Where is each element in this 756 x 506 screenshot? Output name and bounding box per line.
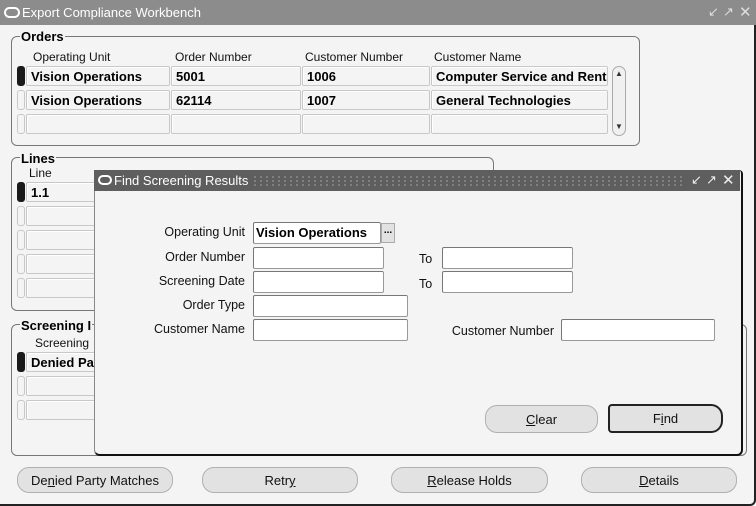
- release-holds-button[interactable]: Release Holds: [391, 467, 548, 493]
- col-header-customer-name: Customer Name: [434, 50, 522, 64]
- denied-party-matches-button[interactable]: Denied Party Matches: [17, 467, 173, 493]
- button-label: nd: [663, 411, 679, 426]
- close-icon[interactable]: ✕: [739, 3, 752, 21]
- order-number-from-field[interactable]: [253, 247, 384, 269]
- row-indicator[interactable]: [17, 400, 25, 420]
- button-label: Retr: [264, 473, 290, 488]
- operating-unit-cell[interactable]: Vision Operations: [26, 90, 170, 110]
- operating-unit-cell[interactable]: [26, 114, 170, 134]
- button-label: De: [31, 473, 48, 488]
- operating-unit-field[interactable]: Vision Operations: [253, 222, 381, 244]
- row-indicator[interactable]: [17, 182, 25, 202]
- line-cell[interactable]: [26, 206, 96, 226]
- mnemonic: n: [47, 473, 55, 488]
- operating-unit-cell[interactable]: Vision Operations: [26, 66, 170, 86]
- minimize-icon[interactable]: ↙: [708, 4, 719, 20]
- retry-button[interactable]: Retry: [202, 467, 358, 493]
- order-number-label: Order Number: [165, 250, 245, 264]
- customer-number-label: Customer Number: [451, 324, 554, 338]
- window-title: Export Compliance Workbench: [22, 5, 201, 20]
- oracle-logo-icon: [4, 7, 20, 18]
- line-cell[interactable]: [26, 278, 96, 298]
- mnemonic: C: [525, 412, 536, 427]
- screening-date-to-label: To: [419, 277, 433, 291]
- row-indicator[interactable]: [17, 230, 25, 250]
- customer-number-cell[interactable]: 1006: [302, 66, 430, 86]
- screening-cell[interactable]: Denied Pa: [26, 352, 96, 372]
- customer-number-cell[interactable]: [302, 114, 430, 134]
- minimize-icon[interactable]: ↙: [691, 172, 702, 188]
- lines-group-label: Lines: [20, 151, 56, 166]
- line-cell[interactable]: 1.1: [26, 182, 96, 202]
- row-indicator[interactable]: [17, 352, 25, 372]
- screening-date-from-field[interactable]: [253, 271, 384, 293]
- dialog-titlebar[interactable]: Find Screening Results ↙ ↗ ✕: [94, 170, 740, 191]
- order-number-to-label: To: [419, 252, 433, 266]
- button-label: elease Holds: [436, 473, 512, 488]
- scroll-down-icon[interactable]: ▼: [613, 122, 625, 131]
- maximize-icon[interactable]: ↗: [706, 172, 717, 188]
- button-label: F: [652, 411, 661, 426]
- find-button[interactable]: Find: [608, 404, 723, 433]
- row-indicator[interactable]: [17, 254, 25, 274]
- lov-button[interactable]: ...: [381, 223, 395, 243]
- col-header-line: Line: [29, 166, 52, 180]
- operating-unit-label: Operating Unit: [164, 225, 245, 239]
- order-number-to-field[interactable]: [442, 247, 573, 269]
- col-header-customer-number: Customer Number: [305, 50, 404, 64]
- order-number-cell[interactable]: [171, 114, 301, 134]
- order-number-cell[interactable]: 5001: [171, 66, 301, 86]
- row-indicator[interactable]: [17, 278, 25, 298]
- screening-date-label: Screening Date: [158, 274, 245, 288]
- maximize-icon[interactable]: ↗: [723, 4, 734, 20]
- customer-number-field[interactable]: [561, 319, 715, 341]
- screening-date-to-field[interactable]: [442, 271, 573, 293]
- customer-name-cell[interactable]: General Technologies: [431, 90, 608, 110]
- order-type-label: Order Type: [182, 298, 245, 312]
- col-header-screening: Screening: [35, 336, 90, 350]
- customer-name-field[interactable]: [253, 319, 408, 341]
- order-type-field[interactable]: [253, 295, 408, 317]
- screening-cell[interactable]: [26, 400, 96, 420]
- mnemonic: D: [639, 473, 649, 488]
- row-indicator[interactable]: [17, 90, 25, 110]
- dialog-title: Find Screening Results: [114, 173, 249, 188]
- button-label: ied Party Matches: [54, 473, 159, 488]
- clear-button[interactable]: Clear: [485, 405, 598, 433]
- button-label: etails: [648, 473, 679, 488]
- customer-name-cell[interactable]: [431, 114, 608, 134]
- details-button[interactable]: Details: [581, 467, 737, 493]
- close-icon[interactable]: ✕: [722, 171, 735, 189]
- line-cell[interactable]: [26, 230, 96, 250]
- mnemonic: y: [289, 473, 296, 488]
- button-label: lear: [535, 412, 558, 427]
- row-indicator[interactable]: [17, 66, 25, 86]
- screening-cell[interactable]: [26, 376, 96, 396]
- drag-handle-pattern[interactable]: [252, 175, 682, 186]
- scroll-up-icon[interactable]: ▲: [613, 69, 625, 78]
- customer-name-label: Customer Name: [154, 322, 245, 336]
- customer-number-cell[interactable]: 1007: [302, 90, 430, 110]
- col-header-order-number: Order Number: [175, 50, 252, 64]
- mnemonic: R: [427, 473, 437, 488]
- customer-name-cell[interactable]: Computer Service and Rentals: [431, 66, 608, 86]
- window-titlebar[interactable]: Export Compliance Workbench ↙ ↗ ✕: [0, 0, 756, 25]
- col-header-operating-unit: Operating Unit: [33, 50, 111, 64]
- row-indicator[interactable]: [17, 114, 25, 134]
- screening-group-label: Screening I: [20, 318, 93, 333]
- orders-group-label: Orders: [20, 29, 65, 44]
- row-indicator[interactable]: [17, 206, 25, 226]
- order-number-cell[interactable]: 62114: [171, 90, 301, 110]
- line-cell[interactable]: [26, 254, 96, 274]
- row-indicator[interactable]: [17, 376, 25, 396]
- orders-scrollbar[interactable]: ▲ ▼: [612, 66, 626, 136]
- oracle-logo-icon: [98, 175, 112, 185]
